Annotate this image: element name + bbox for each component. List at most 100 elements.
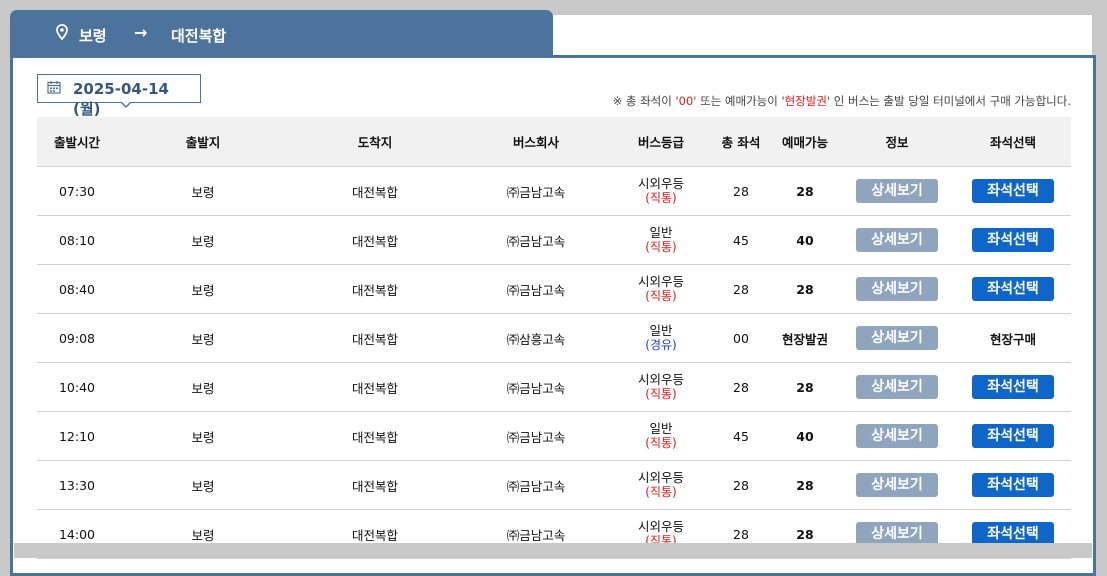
available-seats: 40 bbox=[771, 215, 839, 265]
bus-grade: 일반 bbox=[649, 225, 673, 240]
route-type: (직통) bbox=[645, 240, 677, 254]
departure-time: 08:40 bbox=[37, 264, 117, 314]
detail-button[interactable]: 상세보기 bbox=[856, 277, 938, 301]
bus-grade-cell: 시외우등 (직통) bbox=[611, 166, 711, 216]
notice-text: ' 또는 예매가능이 ' bbox=[693, 94, 785, 108]
col-bus-company: 버스회사 bbox=[461, 117, 611, 167]
col-available: 예매가능 bbox=[771, 117, 839, 167]
seat-select-cell: 좌석선택 bbox=[955, 411, 1071, 461]
departure-time: 09:08 bbox=[37, 313, 117, 363]
bus-timetable: 출발시간 출발지 도착지 버스회사 버스등급 총 좌석 예매가능 정보 좌석선택… bbox=[37, 117, 1071, 559]
bus-company: ㈜금남고속 bbox=[461, 460, 611, 510]
onsite-purchase-label: 현장구매 bbox=[989, 331, 1036, 347]
table-row: 12:10 보령 대전복합 ㈜금남고속 일반 (직통) 45 40 상세보기 좌석선택 bbox=[37, 411, 1071, 461]
page-frame: 보령 → 대전복합 2025-04-14 (월) ※ 총 좌석이 '00' 또는… bbox=[10, 10, 1096, 576]
bus-grade-cell: 시외우등 (직통) bbox=[611, 460, 711, 510]
departure-time: 07:30 bbox=[37, 166, 117, 216]
total-seats: 00 bbox=[711, 313, 771, 363]
info-cell: 상세보기 bbox=[839, 313, 955, 363]
seat-select-button[interactable]: 좌석선택 bbox=[972, 424, 1054, 448]
notice-text: ' 인 버스는 출발 당일 터미널에서 구매 가능합니다. bbox=[826, 94, 1071, 108]
table-row: 08:40 보령 대전복합 ㈜금남고속 시외우등 (직통) 28 28 상세보기 좌석선택 bbox=[37, 264, 1071, 314]
table-row: 10:40 보령 대전복합 ㈜금남고속 시외우등 (직통) 28 28 상세보기 좌석선택 bbox=[37, 362, 1071, 412]
seat-select-button[interactable]: 좌석선택 bbox=[972, 277, 1054, 301]
col-destination: 도착지 bbox=[289, 117, 461, 167]
bus-grade-cell: 시외우등 (직통) bbox=[611, 264, 711, 314]
seat-select-button[interactable]: 좌석선택 bbox=[972, 473, 1054, 497]
available-seats: 40 bbox=[771, 411, 839, 461]
info-cell: 상세보기 bbox=[839, 215, 955, 265]
table-header-row: 출발시간 출발지 도착지 버스회사 버스등급 총 좌석 예매가능 정보 좌석선택 bbox=[37, 117, 1071, 167]
bus-grade: 일반 bbox=[649, 323, 673, 338]
bus-grade: 시외우등 bbox=[637, 372, 684, 387]
col-seat-select: 좌석선택 bbox=[955, 117, 1071, 167]
table-row: 13:30 보령 대전복합 ㈜금남고속 시외우등 (직통) 28 28 상세보기 좌석선택 bbox=[37, 460, 1071, 510]
bus-grade: 시외우등 bbox=[637, 274, 684, 289]
origin: 보령 bbox=[117, 313, 289, 363]
detail-button[interactable]: 상세보기 bbox=[856, 228, 938, 252]
available-seats: 28 bbox=[771, 362, 839, 412]
bus-company: ㈜금남고속 bbox=[461, 362, 611, 412]
seat-select-button[interactable]: 좌석선택 bbox=[972, 179, 1054, 203]
date-pointer-inner bbox=[121, 101, 131, 106]
seat-select-button[interactable]: 좌석선택 bbox=[972, 375, 1054, 399]
destination: 대전복합 bbox=[289, 313, 461, 363]
destination: 대전복합 bbox=[289, 215, 461, 265]
route-type: (직통) bbox=[645, 191, 677, 205]
seat-select-button[interactable]: 좌석선택 bbox=[972, 228, 1054, 252]
bus-company: ㈜금남고속 bbox=[461, 411, 611, 461]
notice-highlight-seats: 00 bbox=[678, 94, 694, 108]
route-type: (경유) bbox=[645, 338, 677, 352]
col-departure-time: 출발시간 bbox=[37, 117, 117, 167]
detail-button[interactable]: 상세보기 bbox=[856, 179, 938, 203]
bus-grade-cell: 일반 (직통) bbox=[611, 215, 711, 265]
route-type: (직통) bbox=[645, 387, 677, 401]
seat-select-cell: 좌석선택 bbox=[955, 264, 1071, 314]
total-seats: 28 bbox=[711, 264, 771, 314]
col-origin: 출발지 bbox=[117, 117, 289, 167]
arrival-terminal: 대전복합 bbox=[171, 27, 227, 45]
table-row: 09:08 보령 대전복합 ㈜삼흥고속 일반 (경유) 00 현장발권 상세보기 현장구매 bbox=[37, 313, 1071, 363]
timetable-panel: 2025-04-14 (월) ※ 총 좌석이 '00' 또는 예매가능이 '현장… bbox=[10, 55, 1096, 576]
destination: 대전복합 bbox=[289, 264, 461, 314]
table-row: 08:10 보령 대전복합 ㈜금남고속 일반 (직통) 45 40 상세보기 좌석선택 bbox=[37, 215, 1071, 265]
bus-company: ㈜금남고속 bbox=[461, 264, 611, 314]
available-seats: 28 bbox=[771, 166, 839, 216]
calendar-icon bbox=[47, 80, 61, 98]
origin: 보령 bbox=[117, 215, 289, 265]
departure-time: 12:10 bbox=[37, 411, 117, 461]
col-info: 정보 bbox=[839, 117, 955, 167]
origin: 보령 bbox=[117, 264, 289, 314]
total-seats: 45 bbox=[711, 411, 771, 461]
date-selector[interactable]: 2025-04-14 (월) bbox=[37, 74, 201, 118]
notice-text: ※ 총 좌석이 ' bbox=[612, 94, 679, 108]
detail-button[interactable]: 상세보기 bbox=[856, 473, 938, 497]
route-type: (직통) bbox=[645, 289, 677, 303]
destination: 대전복합 bbox=[289, 362, 461, 412]
total-seats: 45 bbox=[711, 215, 771, 265]
col-total-seats: 총 좌석 bbox=[711, 117, 771, 167]
bottom-scroll-area bbox=[14, 543, 1092, 558]
bus-grade-cell: 일반 (경유) bbox=[611, 313, 711, 363]
selected-date: 2025-04-14 (월) bbox=[73, 80, 169, 118]
bus-company: ㈜금남고속 bbox=[461, 215, 611, 265]
arrow-right-icon: → bbox=[134, 23, 148, 42]
available-seats: 28 bbox=[771, 460, 839, 510]
table-row: 07:30 보령 대전복합 ㈜금남고속 시외우등 (직통) 28 28 상세보기 좌석선택 bbox=[37, 166, 1071, 216]
destination: 대전복합 bbox=[289, 460, 461, 510]
seat-select-cell: 현장구매 bbox=[955, 313, 1071, 363]
total-seats: 28 bbox=[711, 362, 771, 412]
detail-button[interactable]: 상세보기 bbox=[856, 375, 938, 399]
bus-grade: 시외우등 bbox=[637, 470, 684, 485]
detail-button[interactable]: 상세보기 bbox=[856, 424, 938, 448]
departure-terminal: 보령 bbox=[79, 27, 107, 45]
map-pin-icon bbox=[56, 24, 68, 44]
detail-button[interactable]: 상세보기 bbox=[856, 326, 938, 350]
col-bus-grade: 버스등급 bbox=[611, 117, 711, 167]
seat-select-cell: 좌석선택 bbox=[955, 362, 1071, 412]
info-cell: 상세보기 bbox=[839, 264, 955, 314]
seat-select-cell: 좌석선택 bbox=[955, 215, 1071, 265]
seat-select-cell: 좌석선택 bbox=[955, 460, 1071, 510]
notice-highlight-onsite: 현장발권 bbox=[784, 94, 827, 108]
info-cell: 상세보기 bbox=[839, 166, 955, 216]
